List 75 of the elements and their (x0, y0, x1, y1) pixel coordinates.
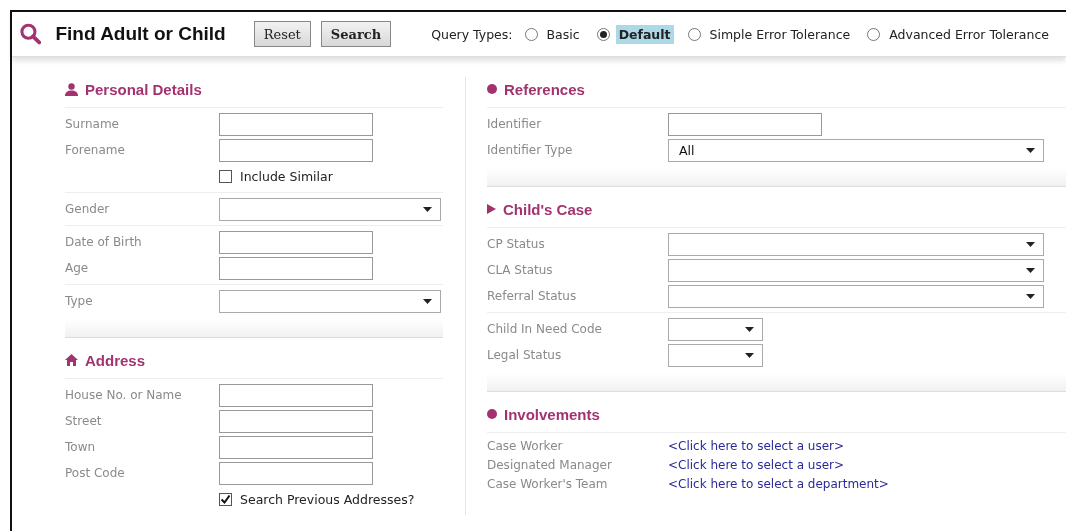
field-label: Type (65, 294, 94, 308)
dropdown-field[interactable] (219, 197, 441, 221)
field-label: Forename (65, 143, 126, 157)
text-field[interactable] (668, 112, 822, 136)
search-button[interactable]: Search (320, 21, 392, 47)
radio-label: Basic (545, 25, 581, 44)
bullet-icon (487, 409, 497, 419)
field-label: CLA Status (487, 263, 554, 277)
text-field[interactable] (219, 138, 373, 162)
field-label: Gender (65, 202, 111, 216)
field-label: Age (65, 261, 90, 275)
caret-icon (423, 206, 432, 212)
checkbox[interactable] (219, 492, 232, 506)
dropdown-field[interactable]: All (668, 138, 1044, 162)
field-label: Post Code (65, 466, 126, 480)
caret-icon (1026, 241, 1035, 247)
dropdown-field[interactable] (668, 284, 1044, 308)
section-heading: References (504, 80, 585, 98)
checkbox-label: Search Previous Addresses? (240, 491, 415, 507)
dropdown-value: All (679, 142, 695, 158)
caret-icon (1026, 147, 1035, 153)
field-label: House No. or Name (65, 388, 183, 402)
dropdown-field[interactable] (668, 343, 763, 367)
triangle-icon (487, 204, 496, 214)
field-label: Surname (65, 117, 120, 131)
text-field[interactable] (219, 112, 373, 136)
section-heading: Personal Details (85, 80, 202, 98)
field-label: Case Worker (487, 438, 564, 453)
checkbox[interactable] (219, 169, 232, 183)
reset-button[interactable]: Reset (253, 21, 311, 47)
field-label: Legal Status (487, 348, 563, 362)
dropdown-field[interactable] (668, 232, 1044, 256)
query-types-label: Query Types: (431, 26, 513, 42)
section-heading: Child's Case (503, 200, 593, 218)
radio-button[interactable] (596, 27, 610, 41)
radio-label: Advanced Error Tolerance (888, 25, 1050, 44)
text-field[interactable] (219, 461, 373, 485)
bullet-icon (487, 84, 497, 94)
radio-label: Default (615, 24, 674, 44)
page-title: Find Adult or Child (55, 23, 226, 45)
dropdown-field[interactable] (668, 317, 763, 341)
caret-icon (1026, 293, 1035, 299)
caret-icon (745, 326, 754, 332)
field-label: Designated Manager (487, 457, 613, 472)
radio-label: Simple Error Tolerance (708, 25, 852, 44)
section-heading: Involvements (504, 405, 600, 423)
field-label: CP Status (487, 237, 546, 251)
field-label: Identifier (487, 117, 543, 131)
person-icon (65, 82, 78, 96)
select-link[interactable]: <Click here to select a user> (668, 457, 845, 472)
select-link[interactable]: <Click here to select a user> (668, 438, 845, 453)
radio-button[interactable] (687, 27, 701, 41)
select-link[interactable]: <Click here to select a department> (668, 476, 889, 491)
text-field[interactable] (219, 435, 373, 459)
field-label: Case Worker's Team (487, 476, 609, 491)
field-label: Child In Need Code (487, 322, 603, 336)
field-label: Date of Birth (65, 235, 143, 249)
caret-icon (423, 298, 432, 304)
house-icon (65, 354, 78, 366)
field-label: Referral Status (487, 289, 578, 303)
text-field[interactable] (219, 409, 373, 433)
field-label: Identifier Type (487, 143, 574, 157)
radio-button[interactable] (867, 27, 881, 41)
caret-icon (1026, 267, 1035, 273)
text-field[interactable] (219, 256, 373, 280)
dropdown-field[interactable] (219, 289, 441, 313)
dropdown-field[interactable] (668, 258, 1044, 282)
radio-button[interactable] (524, 27, 538, 41)
field-label: Town (65, 440, 97, 454)
section-heading: Address (85, 351, 146, 369)
text-field[interactable] (219, 230, 373, 254)
field-label: Street (65, 414, 103, 428)
text-field[interactable] (219, 383, 373, 407)
checkbox-label: Include Similar (240, 168, 333, 184)
caret-icon (745, 352, 754, 358)
